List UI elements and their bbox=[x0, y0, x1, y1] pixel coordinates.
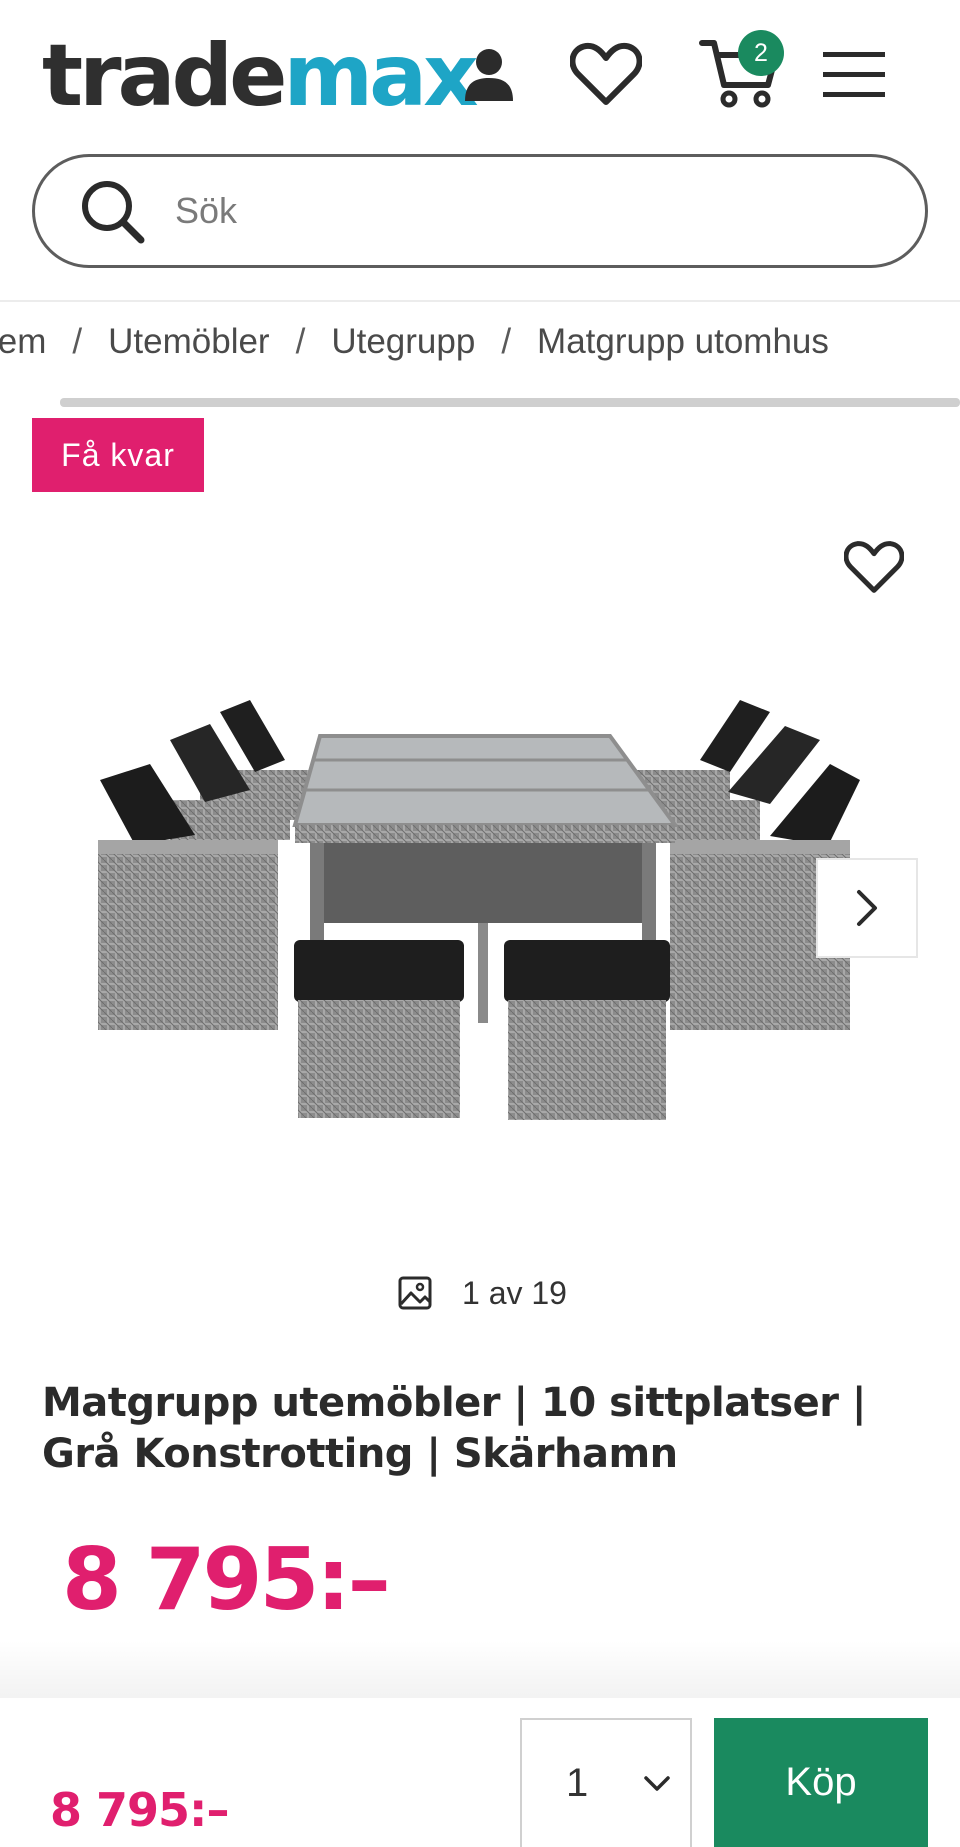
purchase-bar-price: 8 795:– bbox=[50, 1783, 229, 1837]
product-title: Matgrupp utemöbler | 10 sittplatser | Gr… bbox=[42, 1380, 867, 1477]
quantity-select[interactable]: 1 bbox=[520, 1718, 692, 1847]
image-icon bbox=[398, 1276, 432, 1310]
logo-text-max: max bbox=[283, 26, 478, 126]
stock-badge: Få kvar bbox=[32, 418, 204, 492]
breadcrumb-item-utegrupp[interactable]: Utegrupp bbox=[331, 322, 475, 361]
heart-icon bbox=[843, 541, 905, 593]
user-icon[interactable] bbox=[458, 42, 520, 108]
breadcrumb-item-hem[interactable]: lem bbox=[0, 322, 46, 361]
trademax-logo[interactable]: trademax bbox=[42, 26, 479, 126]
breadcrumb-item-matgrupp-utomhus[interactable]: Matgrupp utomhus bbox=[537, 322, 829, 361]
bottom-bar-shadow bbox=[0, 1640, 960, 1700]
search-bar[interactable] bbox=[32, 154, 928, 268]
purchase-bar: 8 795:– 1 Köp bbox=[0, 1698, 960, 1847]
chevron-down-icon bbox=[644, 1775, 670, 1791]
breadcrumb: lem / Utemöbler / Utegrupp / Matgrupp utomhus bbox=[0, 322, 829, 362]
product-image[interactable] bbox=[80, 700, 880, 1180]
cart-count-badge: 2 bbox=[738, 30, 784, 76]
breadcrumb-separator: / bbox=[501, 322, 512, 361]
breadcrumb-separator: / bbox=[72, 322, 83, 361]
heart-icon[interactable] bbox=[566, 38, 646, 110]
buy-button[interactable]: Köp bbox=[714, 1718, 928, 1847]
next-image-button[interactable] bbox=[816, 858, 918, 958]
wishlist-button[interactable] bbox=[843, 540, 914, 604]
chevron-right-icon bbox=[857, 890, 877, 926]
product-price: 8 795:– bbox=[62, 1530, 391, 1630]
breadcrumb-item-utemobler[interactable]: Utemöbler bbox=[108, 322, 269, 361]
header: trademax 2 bbox=[0, 0, 960, 150]
search-input[interactable] bbox=[175, 190, 815, 232]
image-counter: 1 av 19 bbox=[398, 1270, 567, 1316]
search-icon bbox=[82, 181, 145, 244]
menu-icon[interactable] bbox=[820, 48, 888, 100]
image-counter-label: 1 av 19 bbox=[462, 1274, 567, 1311]
breadcrumb-separator: / bbox=[295, 322, 306, 361]
logo-text-trade: trade bbox=[42, 26, 287, 126]
breadcrumb-scrollbar[interactable] bbox=[60, 398, 960, 407]
quantity-value: 1 bbox=[566, 1761, 589, 1805]
breadcrumb-container: lem / Utemöbler / Utegrupp / Matgrupp utomhus bbox=[0, 300, 960, 412]
